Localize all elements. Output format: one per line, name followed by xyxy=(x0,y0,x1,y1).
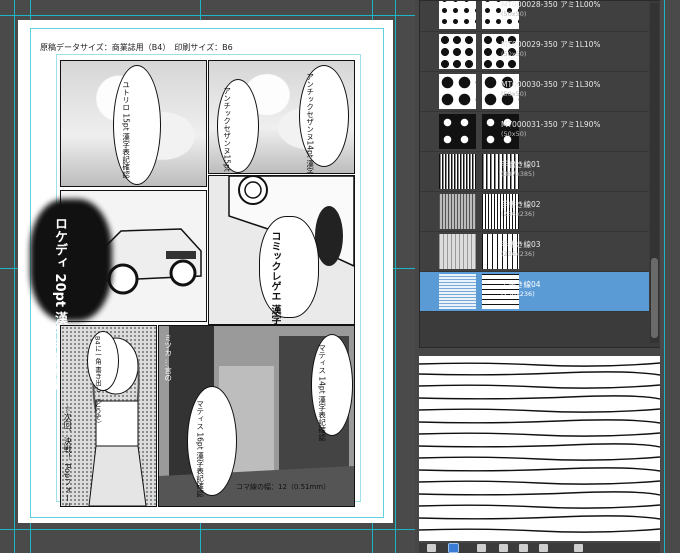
material-item[interactable]: 手書き線01 (387x385) xyxy=(420,152,649,192)
material-size: (50x50) xyxy=(501,50,527,58)
tone-thumbnail xyxy=(439,34,476,69)
panel-car-right[interactable]: コミックレゲエ 漢字表記確認 xyxy=(208,175,355,325)
bubble-text: アンチックセザンヌ14pt 漢字表記確認 xyxy=(305,73,315,174)
material-name: MT000028-350 アミ1L00% xyxy=(501,0,601,9)
material-name: MT000029-350 アミ1L10% xyxy=(501,40,601,49)
export-icon[interactable] xyxy=(519,544,528,552)
handwritten-text: ☆次回、決戦！ Popフォーリー xyxy=(63,404,73,507)
material-preview xyxy=(419,356,660,541)
material-size: (50x50) xyxy=(501,10,527,18)
panel-street[interactable]: マティス 16pt 漢字表記確認 マティス 14pt 漢字表記確認 ミツカ …言… xyxy=(158,325,355,507)
panel-sky-right[interactable]: アンチックセザンヌ15pt 漢字表記確認 アンチックセザンヌ14pt 漢字表記確… xyxy=(208,60,355,174)
material-name: 手書き線03 xyxy=(501,240,541,249)
material-name: MT000030-350 アミ1L30% xyxy=(501,80,601,89)
bubble-text: ユトリロ 15pt 漢字表記確認 xyxy=(121,81,131,179)
guide-line xyxy=(0,529,415,530)
bubble-text: アンチックセザンヌ15pt 漢字表記確認 xyxy=(222,87,232,174)
material-name: 手書き線01 xyxy=(501,160,541,169)
tone-thumbnail xyxy=(439,154,476,189)
material-name: 手書き線04 xyxy=(501,280,541,289)
material-item-selected[interactable]: 手書き線04 (236x236) xyxy=(420,272,649,312)
filmstrip-icon[interactable] xyxy=(427,544,436,552)
material-name: 手書き線02 xyxy=(501,200,541,209)
paste-icon[interactable] xyxy=(477,544,486,552)
hatch-lines-preview xyxy=(419,362,660,533)
material-name: MT000031-350 アミ1L90% xyxy=(501,120,601,129)
material-item[interactable]: MT000030-350 アミ1L30% (50x50) xyxy=(420,72,649,112)
tone-thumbnail xyxy=(439,74,476,109)
page-info-text: 原稿データサイズ：商業誌用（B4） 印刷サイズ：B6 xyxy=(40,43,233,52)
material-item[interactable]: MT000028-350 アミ1L00% (50x50) xyxy=(420,0,649,32)
right-edge-panel xyxy=(660,0,680,553)
delete-icon[interactable] xyxy=(574,544,583,552)
tone-thumbnail xyxy=(439,114,476,149)
koma-line-width-text: コマ線の幅：12（0.51mm） xyxy=(236,483,331,491)
import-icon[interactable] xyxy=(499,544,508,552)
material-size: (50x50) xyxy=(501,130,527,138)
tone-thumbnail xyxy=(439,194,476,229)
tone-thumbnail xyxy=(439,274,476,309)
folder-icon[interactable] xyxy=(539,544,548,552)
canvas-area[interactable]: 原稿データサイズ：商業誌用（B4） 印刷サイズ：B6 ユトリロ 15pt 漢字表… xyxy=(0,0,415,553)
grid-view-icon[interactable] xyxy=(448,543,459,553)
bubble-text: B4に一角 書き出し （どうぞ） xyxy=(93,336,102,427)
tone-thumbnail xyxy=(439,1,476,29)
speech-bubble xyxy=(87,331,119,391)
manga-page[interactable]: 原稿データサイズ：商業誌用（B4） 印刷サイズ：B6 ユトリロ 15pt 漢字表… xyxy=(18,20,393,523)
material-size: (236x236) xyxy=(501,250,535,258)
material-item[interactable]: 手書き線03 (236x236) xyxy=(420,232,649,272)
panel-sky-left[interactable]: ユトリロ 15pt 漢字表記確認 xyxy=(60,60,207,187)
material-item[interactable]: MT000029-350 アミ1L10% (50x50) xyxy=(420,32,649,72)
material-scrollbar[interactable] xyxy=(650,3,659,343)
material-toolbar xyxy=(419,543,660,553)
scrollbar-thumb[interactable] xyxy=(651,258,658,338)
burst-bubble: ロケディ 20pt 漢字表記確認 xyxy=(36,205,106,390)
material-size: (236x236) xyxy=(501,290,535,298)
handwritten-text: ミツカ …言の xyxy=(163,334,173,382)
material-item[interactable]: MT000031-350 アミ1L90% (50x50) xyxy=(420,112,649,152)
material-item[interactable]: 手書き線02 (236x236) xyxy=(420,192,649,232)
material-size: (236x236) xyxy=(501,210,535,218)
panel-girl[interactable]: B4に一角 書き出し （どうぞ） ☆次回、決戦！ Popフォーリー xyxy=(60,325,157,507)
guide-line xyxy=(0,15,415,16)
material-size: (50x50) xyxy=(501,90,527,98)
bubble-text: マティス 16pt 漢字表記確認 xyxy=(195,400,205,498)
material-size: (387x385) xyxy=(501,170,535,178)
guide-line xyxy=(664,0,665,553)
bubble-text: コミックレゲエ 漢字表記確認 xyxy=(269,231,280,325)
tone-thumbnail xyxy=(439,234,476,269)
bubble-text: マティス 14pt 漢字表記確認 xyxy=(317,344,327,442)
material-list-panel[interactable]: MT000028-350 アミ1L00% (50x50) MT000029-35… xyxy=(419,0,662,348)
guide-line xyxy=(14,0,15,553)
guide-line xyxy=(395,0,396,553)
